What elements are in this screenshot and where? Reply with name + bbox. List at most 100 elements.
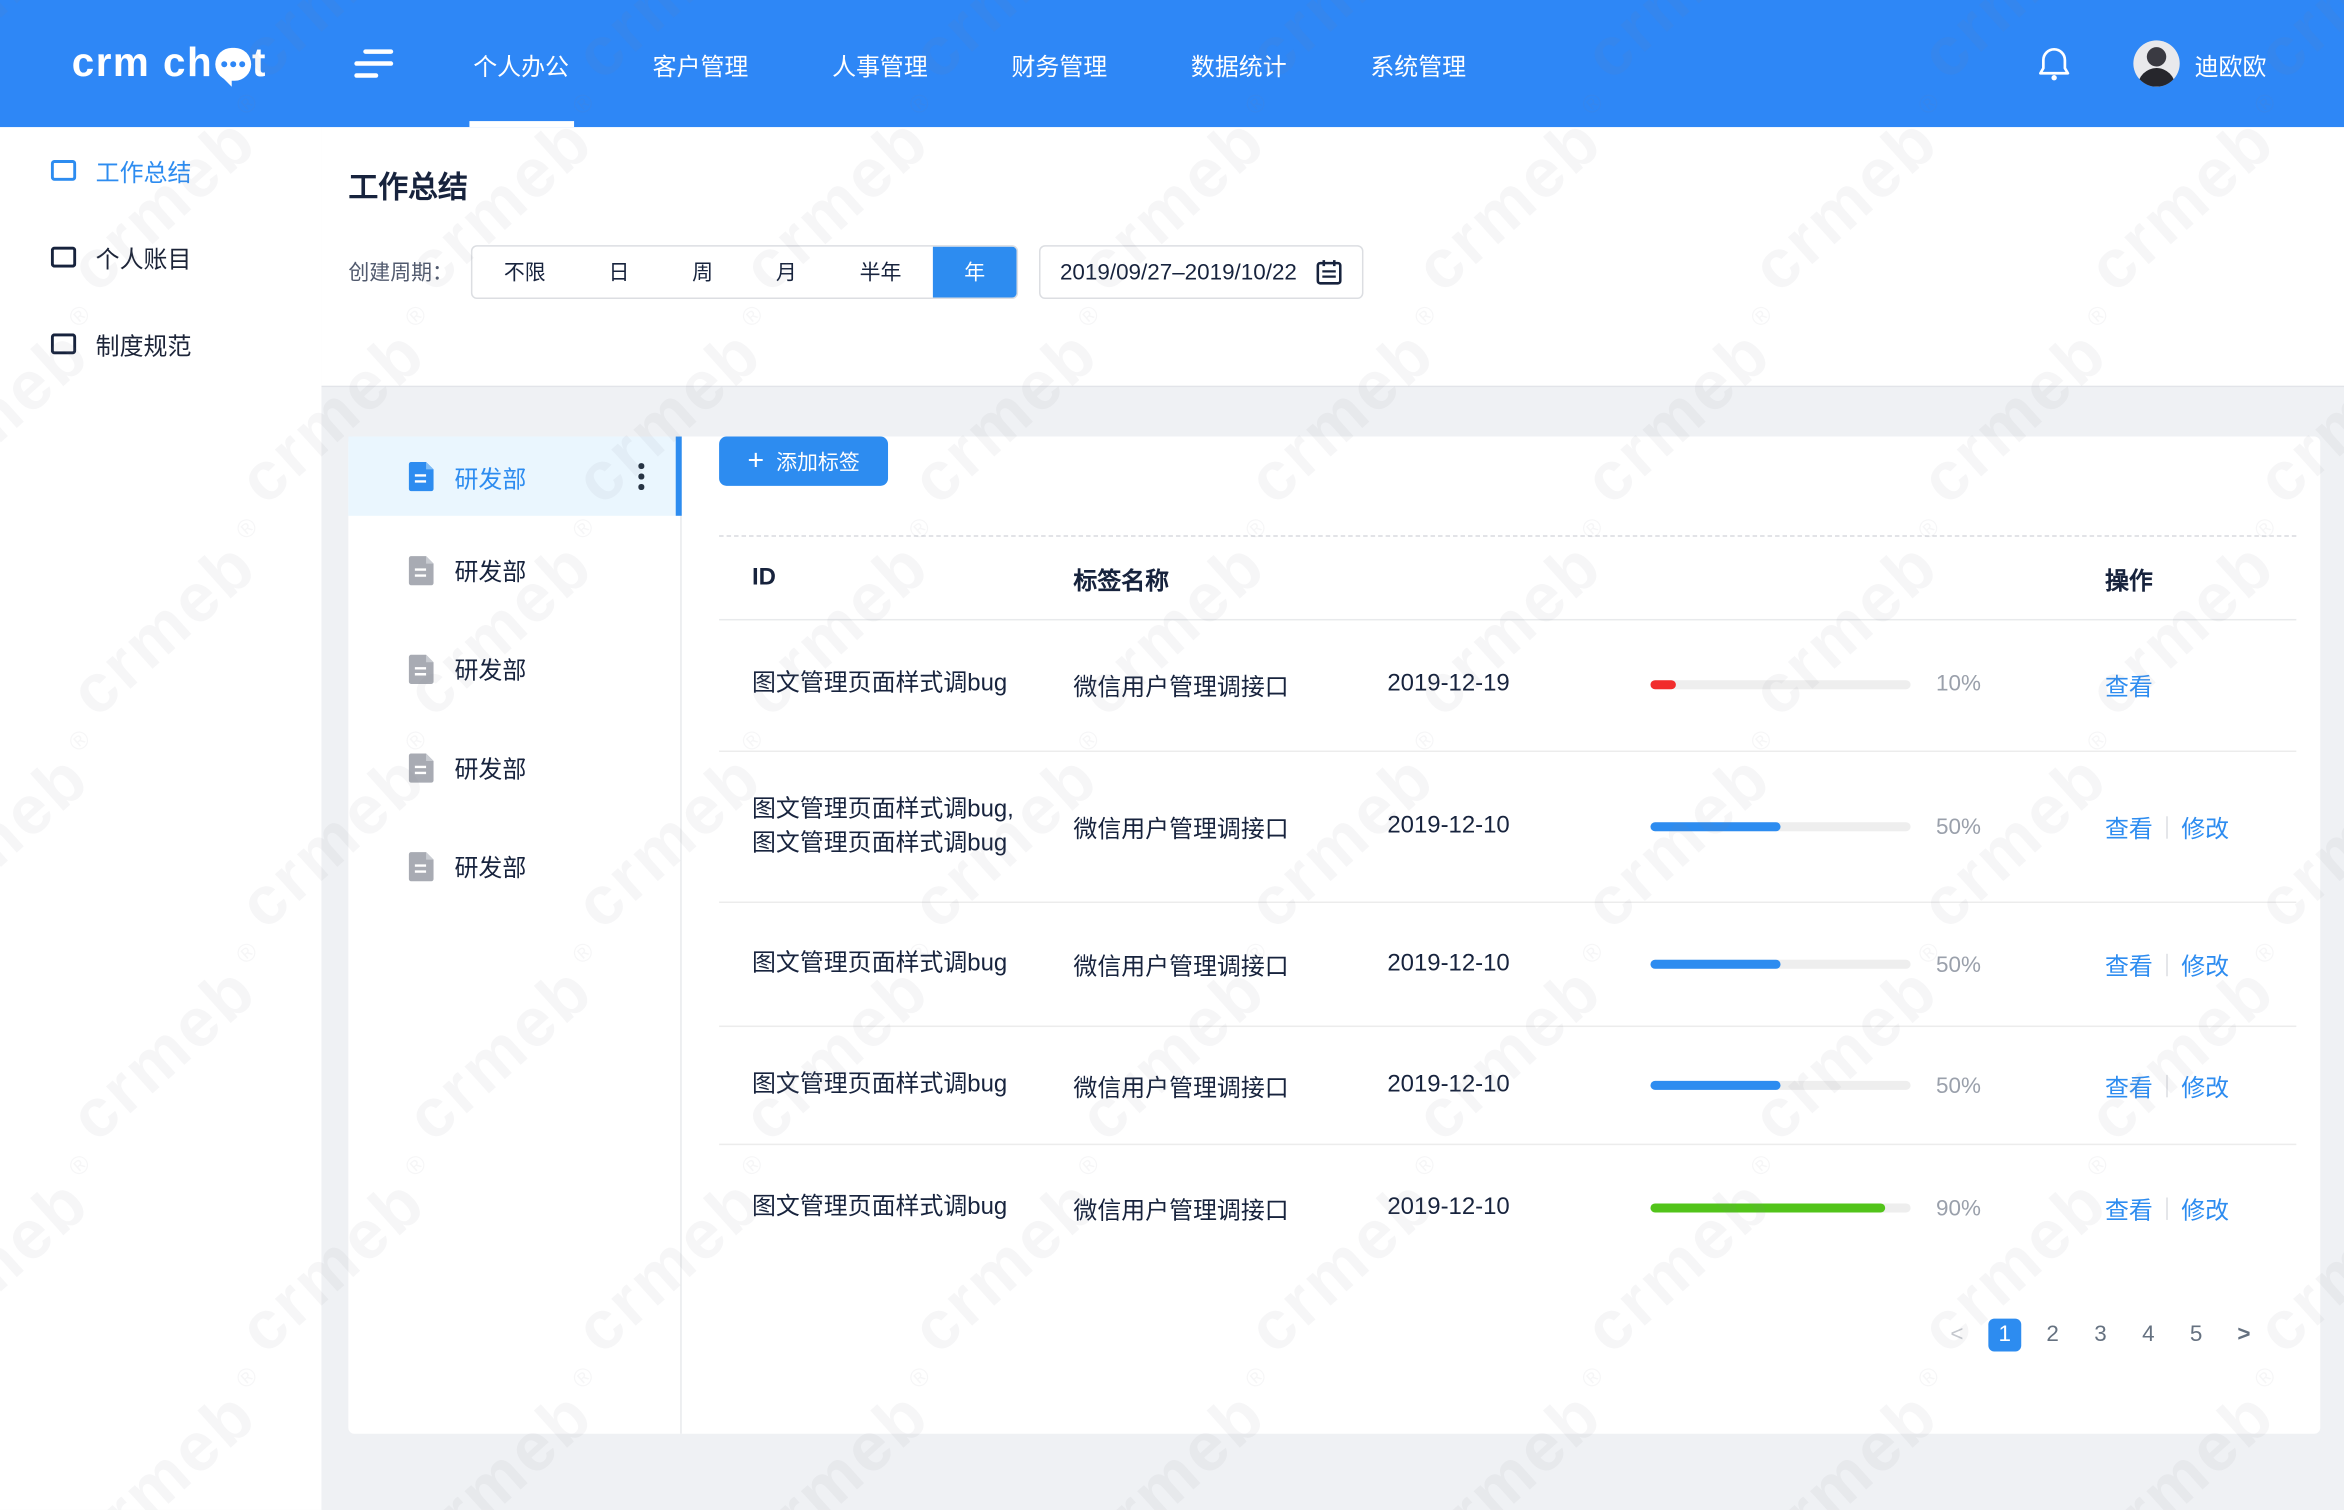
col-header-actions: 操作: [2105, 560, 2296, 596]
nav-item-personal-office[interactable]: 个人办公: [470, 0, 572, 127]
period-option-week[interactable]: 周: [661, 247, 745, 298]
cell-tag-name: 微信用户管理调接口: [1073, 809, 1387, 845]
period-segmented-control: 不限 日 周 月 半年 年: [471, 245, 1018, 299]
pagination-page-5[interactable]: 5: [2180, 1319, 2213, 1352]
nav-item-customer-mgmt[interactable]: 客户管理: [650, 0, 752, 127]
edit-link[interactable]: 修改: [2181, 809, 2229, 845]
header-right: 迪欧欧: [2038, 40, 2267, 86]
board-icon: [51, 247, 76, 268]
cell-id: 图文管理页面样式调bug: [752, 1068, 1073, 1103]
progress-percent: 50%: [1936, 814, 2105, 839]
department-item[interactable]: 研发部: [348, 619, 680, 718]
action-divider: [2166, 1074, 2167, 1096]
pagination-page-4[interactable]: 4: [2132, 1319, 2165, 1352]
cell-actions: 查看: [2105, 666, 2296, 702]
notification-bell-icon[interactable]: [2038, 46, 2071, 82]
cell-id: 图文管理页面样式调bug: [752, 1191, 1073, 1226]
date-range-value: 2019/09/27–2019/10/22: [1060, 259, 1297, 284]
period-option-day[interactable]: 日: [577, 247, 661, 298]
cell-actions: 查看 修改: [2105, 946, 2296, 982]
cell-date: 2019-12-10: [1387, 1195, 1650, 1222]
add-tag-label: 添加标签: [776, 446, 860, 476]
edit-link[interactable]: 修改: [2181, 946, 2229, 982]
cell-date: 2019-12-10: [1387, 951, 1650, 978]
menu-collapse-icon[interactable]: [354, 49, 393, 79]
pagination-page-3[interactable]: 3: [2084, 1319, 2117, 1352]
content-panel: 研发部 研发部 研发部: [348, 437, 2320, 1434]
view-link[interactable]: 查看: [2105, 809, 2153, 845]
action-divider: [2166, 816, 2167, 838]
document-icon: [408, 751, 436, 782]
app-window: crm ch t 个人办公 客户管理 人事管理 财务管理 数据统计 系统管理: [0, 0, 2344, 1510]
table-body: 图文管理页面样式调bug 微信用户管理调接口 2019-12-19 10% 查看…: [719, 617, 2296, 1270]
edit-link[interactable]: 修改: [2181, 1190, 2229, 1226]
filter-label: 创建周期：: [348, 257, 453, 287]
main-nav: 个人办公 客户管理 人事管理 财务管理 数据统计 系统管理: [470, 0, 1547, 127]
date-range-picker[interactable]: 2019/09/27–2019/10/22: [1039, 245, 1363, 299]
pagination-page-1[interactable]: 1: [1988, 1319, 2021, 1352]
col-header-id: ID: [752, 564, 1073, 591]
department-item[interactable]: 研发部: [348, 718, 680, 817]
nav-item-finance-mgmt[interactable]: 财务管理: [1009, 0, 1111, 127]
sidebar-item-work-summary[interactable]: 工作总结: [0, 127, 321, 214]
sidebar-item-personal-accounts[interactable]: 个人账目: [0, 214, 321, 301]
sidebar-item-rules[interactable]: 制度规范: [0, 300, 321, 387]
department-item-active[interactable]: 研发部: [348, 437, 680, 516]
nav-item-system-mgmt[interactable]: 系统管理: [1367, 0, 1469, 127]
logo-text-left: crm ch: [72, 40, 213, 86]
period-option-month[interactable]: 月: [745, 247, 829, 298]
table-row: 图文管理页面样式调bug 微信用户管理调接口 2019-12-10 90% 查看…: [719, 1145, 2296, 1271]
nav-item-data-stats[interactable]: 数据统计: [1188, 0, 1290, 127]
progress-bar: [1650, 960, 1910, 969]
sidebar: 工作总结 个人账目 制度规范: [0, 127, 321, 1510]
cell-date: 2019-12-19: [1387, 671, 1650, 698]
view-link[interactable]: 查看: [2105, 946, 2153, 982]
document-icon: [408, 850, 436, 881]
app-logo[interactable]: crm ch t: [72, 40, 267, 86]
edit-link[interactable]: 修改: [2181, 1067, 2229, 1103]
cell-actions: 查看 修改: [2105, 1190, 2296, 1226]
document-icon: [408, 554, 436, 585]
period-option-unlimited[interactable]: 不限: [472, 247, 577, 298]
add-tag-button[interactable]: + 添加标签: [719, 437, 888, 486]
table-row: 图文管理页面样式调bug 微信用户管理调接口 2019-12-10 50% 查看…: [719, 903, 2296, 1027]
board-icon: [51, 333, 76, 354]
cell-date: 2019-12-10: [1387, 813, 1650, 840]
page-title: 工作总结: [348, 163, 468, 206]
cell-id: 图文管理页面样式调bug: [752, 947, 1073, 982]
department-label: 研发部: [454, 650, 526, 686]
user-avatar[interactable]: [2133, 40, 2179, 86]
cell-tag-name: 微信用户管理调接口: [1073, 1067, 1387, 1103]
nav-item-hr-mgmt[interactable]: 人事管理: [829, 0, 931, 127]
pagination-next-icon[interactable]: >: [2228, 1319, 2261, 1352]
period-option-halfyear[interactable]: 半年: [828, 247, 933, 298]
table-row: 图文管理页面样式调bug, 图文管理页面样式调bug 微信用户管理调接口 201…: [719, 752, 2296, 903]
department-item[interactable]: 研发部: [348, 520, 680, 619]
page-header-band: 工作总结 创建周期： 不限 日 周 月 半年 年 2019/09/27–2019…: [321, 127, 2344, 387]
plus-icon: +: [748, 447, 765, 475]
view-link[interactable]: 查看: [2105, 666, 2153, 702]
logo-text-right: t: [252, 40, 267, 86]
period-option-year[interactable]: 年: [933, 247, 1017, 298]
cell-tag-name: 微信用户管理调接口: [1073, 946, 1387, 982]
view-link[interactable]: 查看: [2105, 1190, 2153, 1226]
department-list: 研发部 研发部 研发部: [348, 437, 681, 1434]
pagination-prev-icon[interactable]: <: [1941, 1319, 1974, 1352]
view-link[interactable]: 查看: [2105, 1067, 2153, 1103]
department-label: 研发部: [454, 848, 526, 884]
progress-bar: [1650, 1203, 1910, 1212]
department-item[interactable]: 研发部: [348, 816, 680, 915]
user-name[interactable]: 迪欧欧: [2195, 46, 2267, 82]
pagination: < 1 2 3 4 5 >: [1941, 1319, 2261, 1352]
progress-bar: [1650, 822, 1910, 831]
chat-bubble-icon: [215, 47, 251, 80]
progress-percent: 50%: [1936, 1073, 2105, 1098]
progress-bar: [1650, 679, 1910, 688]
document-icon: [408, 653, 436, 684]
col-header-tag-name: 标签名称: [1073, 560, 1387, 596]
more-options-icon[interactable]: [638, 458, 644, 495]
pagination-page-2[interactable]: 2: [2036, 1319, 2069, 1352]
progress-bar: [1650, 1081, 1910, 1090]
table-header-row: ID 标签名称 操作: [719, 535, 2296, 620]
progress-percent: 10%: [1936, 671, 2105, 696]
